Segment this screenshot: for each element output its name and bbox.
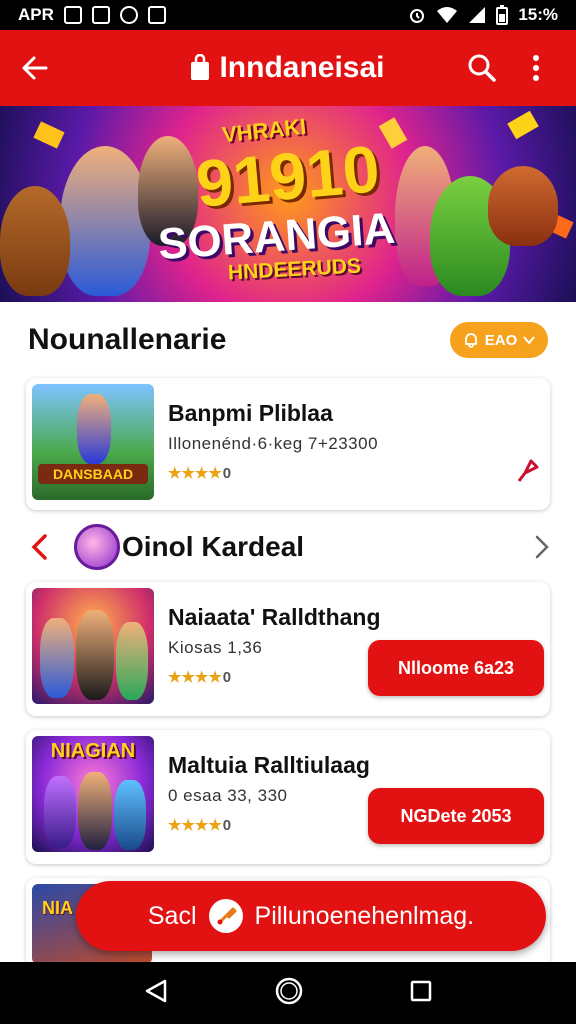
notification-icon <box>119 6 138 24</box>
app-rating: ★★★★0 <box>168 464 231 482</box>
status-bar: APR 15:% <box>0 0 576 30</box>
floating-action-bar[interactable]: Sacl Pillunoenehenlmag. <box>76 881 546 951</box>
character-illustration <box>0 186 70 296</box>
thumbnail-character <box>40 618 74 698</box>
nav-back-button[interactable] <box>143 978 169 1009</box>
install-button[interactable]: NGDete 2053 <box>368 788 544 844</box>
app-title-group: Inndaneisai <box>110 51 464 85</box>
category-navigator: Oinol Kardeal <box>26 520 550 574</box>
app-name: Banpmi Pliblaa <box>168 400 333 426</box>
chevron-left-icon <box>31 534 47 560</box>
confetti-shape <box>507 110 539 140</box>
nav-recents-button[interactable] <box>409 979 433 1008</box>
shopping-bag-icon <box>191 54 210 80</box>
thumbnail-character <box>44 776 76 848</box>
status-time: 15:% <box>518 5 558 24</box>
next-button[interactable] <box>534 534 550 560</box>
thumbnail-character <box>76 610 114 700</box>
app-thumbnail: NIAGIAN <box>32 736 154 852</box>
app-thumbnail: DANSBAAD <box>32 384 154 500</box>
install-button[interactable]: Nlloome 6a23 <box>368 640 544 696</box>
nav-home-button[interactable] <box>274 976 304 1011</box>
rating-value: 0 <box>222 669 232 686</box>
rating-value: 0 <box>222 817 232 834</box>
chevron-right-icon <box>535 535 549 559</box>
rating-stars: ★★★★ <box>168 817 222 834</box>
app-bar: Inndaneisai <box>0 30 576 106</box>
rating-value: 0 <box>222 465 232 482</box>
overflow-menu-button[interactable] <box>518 50 554 86</box>
app-title: Inndaneisai <box>219 51 385 84</box>
triangle-back-icon <box>145 979 166 1002</box>
search-button[interactable] <box>464 50 500 86</box>
back-button[interactable] <box>0 30 70 106</box>
character-illustration <box>488 166 558 246</box>
pin-button[interactable] <box>508 452 544 488</box>
app-rating: ★★★★0 <box>168 668 231 686</box>
notification-icon <box>91 6 110 24</box>
pin-icon <box>517 459 539 482</box>
floating-bar-left-label: Sacl <box>147 901 197 930</box>
status-date: APR <box>18 5 54 24</box>
floating-bar-right-label: Pillunoenehenlmag. <box>254 901 475 930</box>
app-meta: 0 esaa 33, 330 <box>168 786 288 805</box>
thumbnail-title: NIAGIAN <box>50 740 136 762</box>
rating-stars: ★★★★ <box>168 669 222 686</box>
section-title: Nounallenarie <box>28 323 227 356</box>
alarm-icon <box>410 9 425 23</box>
thumbnail-character <box>77 394 111 464</box>
brush-icon <box>208 899 243 933</box>
app-meta: Illonenénd·6·keg 7+23300 <box>168 434 379 453</box>
app-thumbnail <box>32 588 154 704</box>
search-icon <box>468 54 496 82</box>
system-navigation-bar <box>0 962 576 1024</box>
circle-home-icon <box>275 977 303 1004</box>
thumbnail-character <box>114 780 146 850</box>
app-meta: Kiosas 1,36 <box>168 638 263 657</box>
app-name: Maltuia Ralltiulaag <box>168 752 370 778</box>
app-list-item[interactable]: NIAGIAN Maltuia Ralltiulaag 0 esaa 33, 3… <box>26 730 550 864</box>
thumbnail-character <box>116 622 148 700</box>
rating-stars: ★★★★ <box>168 465 222 482</box>
previous-button[interactable] <box>26 533 52 561</box>
confetti-shape <box>378 117 408 149</box>
app-rating: ★★★★0 <box>168 816 231 834</box>
category-title: Oinol Kardeal <box>122 531 305 562</box>
featured-app-card[interactable]: DANSBAAD Banpmi Pliblaa Illonenénd·6·keg… <box>26 378 550 510</box>
app-list-item[interactable]: Naiaata' Ralldthang Kiosas 1,36 ★★★★0 Nl… <box>26 582 550 716</box>
wifi-icon <box>437 7 458 23</box>
thumbnail-title: DANSBAAD <box>38 464 148 484</box>
more-vertical-icon <box>533 55 539 81</box>
character-illustration <box>60 146 150 296</box>
thumbnail-character <box>78 772 112 850</box>
confetti-shape <box>33 121 65 149</box>
app-name: Naiaata' Ralldthang <box>168 604 381 630</box>
chevron-down-icon <box>523 336 536 345</box>
thumbnail-title: NIA <box>42 898 73 918</box>
notification-icon <box>63 6 82 24</box>
filter-chip[interactable]: EAO <box>450 322 548 358</box>
section-header: Nounallenarie EAO <box>28 322 548 358</box>
square-recents-icon <box>411 980 432 1001</box>
battery-icon <box>496 5 509 25</box>
message-icon <box>147 6 166 24</box>
filter-chip-label: EAO <box>484 331 518 349</box>
bell-icon <box>464 333 477 348</box>
signal-icon <box>469 7 486 23</box>
category-mascot-icon <box>74 524 120 570</box>
back-arrow-icon <box>22 56 48 80</box>
